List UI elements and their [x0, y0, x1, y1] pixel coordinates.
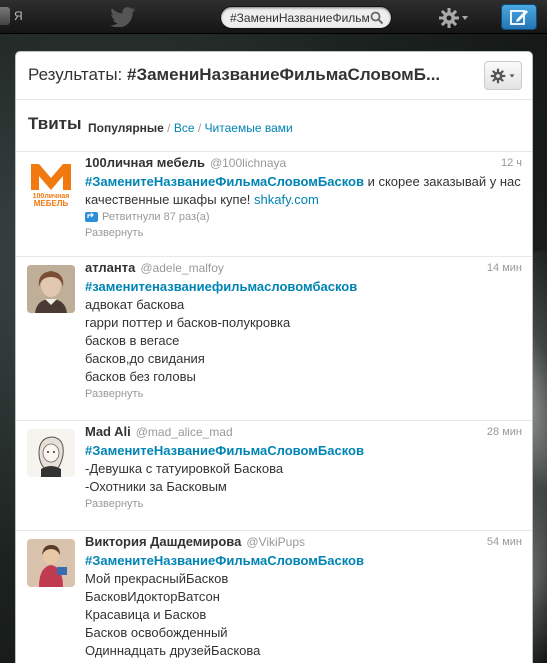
- gear-icon: [490, 68, 506, 83]
- tweet-body: Mad Ali @mad_alice_mad 28 мин #ЗаменитеН…: [85, 424, 522, 510]
- tab-all[interactable]: Все: [174, 121, 195, 135]
- tweets-heading: Твиты: [28, 114, 82, 133]
- chevron-down-icon: [462, 16, 468, 20]
- avatar[interactable]: 100личная МЕБЕЛЬ: [27, 160, 75, 208]
- tweet-text: #ЗаменитеНазваниеФильмаСловомБасков Мой …: [85, 552, 522, 660]
- compose-icon: [510, 10, 528, 25]
- user-drawing-icon: [27, 429, 75, 477]
- company-logo-icon: 100личная МЕБЕЛЬ: [31, 164, 71, 208]
- tweet-line: басков,до свидания: [85, 351, 205, 366]
- tweet-hashtag[interactable]: #заменитеназваниефильмасловомбасков: [85, 278, 522, 296]
- search-results-panel: Результаты: #ЗамениНазваниеФильмаСловомБ…: [15, 51, 533, 663]
- tweet-line: гарри поттер и басков-полукровка: [85, 315, 291, 330]
- tweet-timestamp[interactable]: 14 мин: [487, 262, 522, 274]
- tweet-line: -Девушка с татуировкой Баскова: [85, 461, 284, 476]
- tweet-item[interactable]: Mad Ali @mad_alice_mad 28 мин #ЗаменитеН…: [16, 421, 532, 531]
- tweet-author-handle[interactable]: @100lichnaya: [210, 156, 286, 170]
- tweet-line: басков в вегасе: [85, 333, 180, 348]
- me-label: Я: [14, 9, 23, 23]
- tweet-hashtag[interactable]: #ЗаменитеНазваниеФильмаСловомБасков: [85, 174, 364, 189]
- results-header: Результаты: #ЗамениНазваниеФильмаСловомБ…: [16, 52, 532, 100]
- avatar[interactable]: [27, 429, 75, 477]
- tab-separator: /: [163, 121, 174, 135]
- expand-link[interactable]: Развернуть: [85, 388, 522, 400]
- tweet-author-handle[interactable]: @mad_alice_mad: [136, 425, 233, 439]
- tweet-author-handle[interactable]: @VikiPups: [246, 535, 305, 549]
- tweet-link[interactable]: shkafy.com: [254, 192, 319, 207]
- tweet-author-name[interactable]: Mad Ali: [85, 424, 131, 439]
- expand-link[interactable]: Развернуть: [85, 498, 522, 510]
- tweet-line: адвокат баскова: [85, 297, 185, 312]
- tweet-hashtag[interactable]: #ЗаменитеНазваниеФильмаСловомБасков: [85, 552, 522, 570]
- tweet-timestamp[interactable]: 12 ч: [501, 157, 522, 169]
- user-portrait-icon: [27, 265, 75, 313]
- retweet-info: Ретвитнули 87 раз(а): [85, 209, 522, 225]
- tweet-author-name[interactable]: атланта: [85, 260, 135, 275]
- tweet-author-name[interactable]: 100личная мебель: [85, 155, 205, 170]
- tweet-text: #ЗаменитеНазваниеФильмаСловомБасков и ск…: [85, 173, 522, 209]
- tweet-line: БасковИдокторВатсон: [85, 589, 220, 604]
- me-avatar: [0, 7, 10, 25]
- search-input[interactable]: [230, 10, 370, 26]
- tweet-item[interactable]: 100личная МЕБЕЛЬ 100личная мебель @100li…: [16, 152, 532, 257]
- tweet-line: -Охотники за Басковым: [85, 479, 227, 494]
- avatar[interactable]: [27, 539, 75, 587]
- search-settings-button[interactable]: [484, 61, 522, 90]
- compose-tweet-button[interactable]: [501, 4, 537, 30]
- tweet-body: атланта @adele_malfoy 14 мин #заменитена…: [85, 260, 522, 400]
- search-box[interactable]: [220, 6, 392, 29]
- expand-link[interactable]: Развернуть: [85, 227, 522, 239]
- twitter-bird-icon[interactable]: [110, 7, 136, 27]
- page-title-query: #ЗамениНазваниеФильмаСловомБ...: [126, 65, 441, 84]
- retweet-icon: [85, 212, 98, 222]
- chevron-down-icon: [509, 73, 515, 78]
- tweet-author-name[interactable]: Виктория Дашдемирова: [85, 534, 241, 549]
- tweet-line: Красавица и Басков: [85, 607, 207, 622]
- tweet-line: Одиннадцать друзейБаскова: [85, 643, 261, 658]
- page-title: Результаты: #ЗамениНазваниеФильмаСловомБ…: [28, 65, 476, 85]
- tweet-text: #ЗаменитеНазваниеФильмаСловомБасков -Дев…: [85, 442, 522, 496]
- tab-separator: /: [194, 121, 205, 135]
- page-title-prefix: Результаты:: [28, 65, 127, 84]
- tweet-body: 100личная мебель @100lichnaya 12 ч #Заме…: [85, 155, 522, 239]
- top-bar: Я: [0, 0, 547, 34]
- user-photo-icon: [27, 539, 75, 587]
- logo-text-2: МЕБЕЛЬ: [34, 199, 69, 208]
- tweet-line: Басков освобожденный: [85, 625, 228, 640]
- tweet-timestamp[interactable]: 28 мин: [487, 426, 522, 438]
- avatar[interactable]: [27, 265, 75, 313]
- tweet-line: басков без головы: [85, 369, 196, 384]
- search-icon[interactable]: [370, 11, 384, 25]
- me-menu[interactable]: Я: [0, 7, 23, 25]
- tab-popular[interactable]: Популярные: [88, 121, 164, 135]
- tweet-timestamp[interactable]: 54 мин: [487, 536, 522, 548]
- tweet-line: Мой прекрасныйБасков: [85, 571, 229, 586]
- tweet-item[interactable]: Виктория Дашдемирова @VikiPups 54 мин #З…: [16, 531, 532, 663]
- tab-following[interactable]: Читаемые вами: [205, 121, 293, 135]
- filter-links: Популярные / Все / Читаемые вами: [88, 121, 293, 135]
- tweet-hashtag[interactable]: #ЗаменитеНазваниеФильмаСловомБасков: [85, 442, 522, 460]
- retweet-count: Ретвитнули 87 раз(а): [102, 211, 210, 223]
- gear-icon: [439, 8, 459, 28]
- settings-menu[interactable]: [438, 6, 478, 30]
- tweet-item[interactable]: атланта @adele_malfoy 14 мин #заменитена…: [16, 257, 532, 421]
- tweet-body: Виктория Дашдемирова @VikiPups 54 мин #З…: [85, 534, 522, 660]
- tweet-author-handle[interactable]: @adele_malfoy: [140, 261, 224, 275]
- tweet-filter-tabs: Твиты Популярные / Все / Читаемые вами: [16, 100, 532, 152]
- tweet-text: #заменитеназваниефильмасловомбасков адво…: [85, 278, 522, 386]
